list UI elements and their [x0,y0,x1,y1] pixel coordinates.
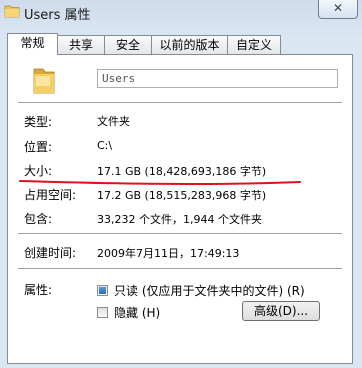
properties-dialog: Users 属性 ✕ 常规 共享 安全 以前的版本 自定义 Users 类型: … [0,0,362,368]
tab-general[interactable]: 常规 [7,33,58,55]
red-underline-annotation [19,180,301,185]
